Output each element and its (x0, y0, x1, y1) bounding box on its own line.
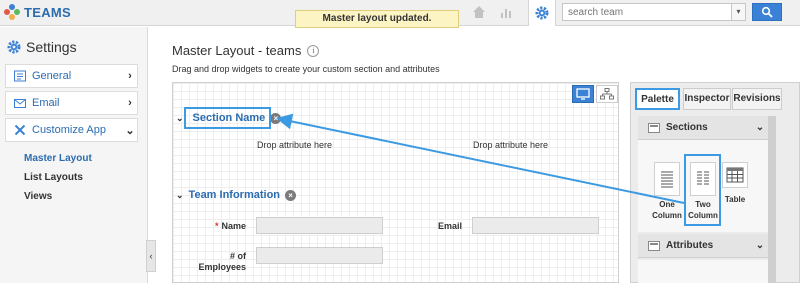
section-name-highlight (184, 107, 271, 129)
sidebar-item-customize-app[interactable]: Customize App ⌄ (5, 118, 138, 142)
settings-heading: Settings (6, 39, 77, 55)
widget-label: Table (724, 195, 746, 204)
employees-field[interactable] (256, 247, 383, 264)
field-label-name: * Name (214, 221, 246, 231)
hierarchy-view-button[interactable] (596, 85, 618, 103)
chevron-down-icon: ⌄ (755, 240, 765, 251)
widget-label: Column (652, 211, 682, 220)
drop-zone-right[interactable]: Drop attribute here (473, 140, 548, 150)
hierarchy-icon (600, 88, 614, 100)
widget-table[interactable]: Table (715, 162, 755, 205)
sidebar-item-label: General (32, 70, 72, 82)
search-dropdown-button[interactable]: ▾ (732, 3, 746, 21)
attributes-header-label: Attributes (666, 240, 714, 251)
desktop-view-button[interactable] (572, 85, 594, 103)
brand[interactable]: TEAMS (4, 4, 71, 20)
sidebar-item-label: Customize App (32, 124, 106, 136)
tab-inspector[interactable]: Inspector (683, 88, 731, 110)
sidebar-subitem-list-layouts[interactable]: List Layouts (24, 172, 83, 183)
page-title-text: Master Layout - teams (172, 43, 302, 58)
chevron-right-icon: › (128, 70, 132, 82)
widget-one-column[interactable]: One Column (647, 162, 687, 221)
section-header: ⌄ Team Information × (176, 189, 297, 201)
remove-section-icon[interactable]: × (285, 189, 297, 201)
info-icon[interactable]: i (307, 44, 320, 57)
chevron-down-icon[interactable]: ⌄ (176, 190, 184, 201)
drop-zone-left[interactable]: Drop attribute here (257, 140, 332, 150)
page-subtitle: Drag and drop widgets to create your cus… (172, 64, 440, 74)
attributes-icon (648, 240, 660, 251)
sections-header-label: Sections (666, 122, 708, 133)
chevron-down-icon: ⌄ (755, 122, 765, 133)
app-title: TEAMS (24, 4, 71, 20)
tab-revisions[interactable]: Revisions (732, 88, 782, 110)
gear-icon (7, 40, 21, 54)
home-icon[interactable] (470, 4, 488, 22)
gear-icon (535, 6, 549, 20)
teams-logo-icon (4, 4, 20, 20)
sidebar-subitem-views[interactable]: Views (24, 191, 52, 202)
attributes-accordion-header[interactable]: Attributes ⌄ (638, 234, 768, 258)
sections-icon (648, 122, 660, 133)
sidebar-item-general[interactable]: General › (5, 64, 138, 88)
sidebar-item-email[interactable]: Email › (5, 91, 138, 115)
tools-icon (14, 124, 26, 136)
name-field[interactable] (256, 217, 383, 234)
two-column-highlight (684, 154, 721, 226)
tab-palette[interactable]: Palette (635, 88, 680, 110)
search-input[interactable] (562, 3, 732, 21)
chart-icon[interactable] (498, 4, 516, 22)
email-field[interactable] (472, 217, 599, 234)
toast-notification: Master layout updated. (295, 10, 459, 28)
section-name[interactable]: Team Information (189, 189, 280, 201)
search-button[interactable] (752, 3, 782, 21)
chevron-down-icon[interactable]: ⌄ (176, 113, 184, 124)
sections-accordion-header[interactable]: Sections ⌄ (638, 116, 768, 140)
page-title: Master Layout - teams i (172, 43, 320, 58)
sidebar: Settings General › Email › Customize App… (0, 27, 148, 283)
widget-label: One (659, 200, 675, 209)
table-icon (722, 162, 748, 188)
remove-section-icon[interactable]: × (270, 112, 282, 124)
chevron-right-icon: › (128, 97, 132, 109)
envelope-icon (14, 99, 26, 108)
sidebar-subitem-master-layout[interactable]: Master Layout (24, 153, 92, 164)
required-marker: * (214, 221, 219, 231)
top-icons (470, 4, 516, 22)
sidebar-collapse-button[interactable]: ‹ (146, 240, 156, 272)
monitor-icon (576, 88, 590, 100)
settings-gear-button[interactable] (528, 0, 556, 26)
search-bar: ▾ (562, 3, 782, 21)
form-icon (14, 70, 26, 82)
chevron-down-icon: ⌄ (125, 124, 135, 137)
settings-title: Settings (26, 39, 77, 55)
attributes-palette (638, 260, 768, 283)
panel-scrollbar[interactable] (768, 116, 776, 283)
sidebar-item-label: Email (32, 97, 60, 109)
one-column-icon (654, 162, 680, 196)
field-label-employees: # of Employees (198, 251, 246, 272)
search-icon (761, 6, 773, 18)
field-label-email: Email (437, 221, 462, 231)
